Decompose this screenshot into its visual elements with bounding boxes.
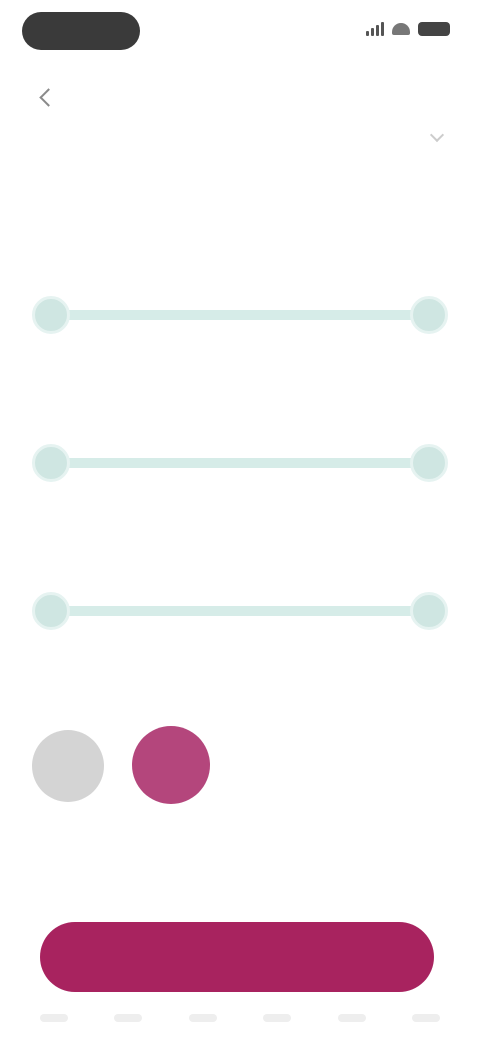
bottom-nav [40,1014,440,1022]
wifi-icon [392,23,410,35]
range-track[interactable] [42,606,438,616]
subtitle-row[interactable] [32,124,448,154]
range-max-handle[interactable] [410,296,448,334]
range-min-handle[interactable] [32,444,70,482]
battery-icon [418,22,450,36]
nav-item[interactable] [411,1014,440,1022]
color-section [32,690,448,840]
range-min-handle[interactable] [32,296,70,334]
color-swatch-grey[interactable] [32,730,104,802]
nav-item[interactable] [40,1014,68,1022]
status-bar [0,0,480,64]
color-swatch-pink[interactable] [132,726,210,804]
apply-button[interactable] [40,922,434,992]
signal-icon [366,22,384,36]
tab-1[interactable] [40,176,92,208]
nav-item[interactable] [188,1014,217,1022]
range-max-handle[interactable] [410,444,448,482]
tab-3[interactable] [388,176,440,208]
range-max-handle[interactable] [410,592,448,630]
nav-item[interactable] [263,1014,292,1022]
header [0,78,480,118]
nav-item[interactable] [337,1014,366,1022]
range-section-3 [32,546,448,646]
range-section-2 [32,398,448,498]
tab-2[interactable] [214,176,266,208]
range-min-handle[interactable] [32,592,70,630]
nav-item[interactable] [114,1014,143,1022]
dynamic-island [22,12,140,50]
range-track[interactable] [42,458,438,468]
back-arrow-icon[interactable] [36,86,58,108]
status-icons [366,22,450,36]
range-track[interactable] [42,310,438,320]
chevron-down-icon [429,127,445,143]
tab-bar [40,176,440,208]
range-section-1 [32,250,448,350]
